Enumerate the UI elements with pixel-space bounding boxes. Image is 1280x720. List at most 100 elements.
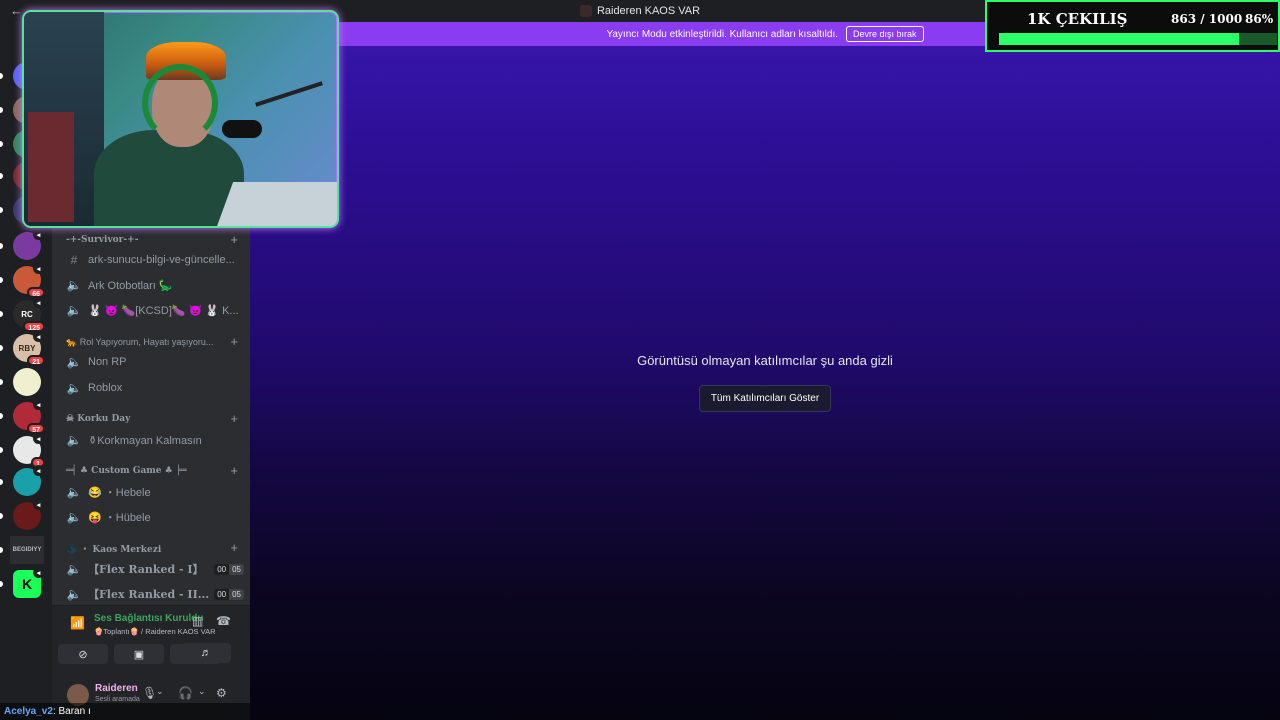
voice-channel-path[interactable]: 🍿Toplantı🍿 / Raideren KAOS VAR xyxy=(94,627,216,636)
unread-indicator xyxy=(0,547,3,553)
user-status: Sesli aramada xyxy=(95,696,140,703)
mention-badge: 21 xyxy=(27,355,45,366)
add-channel-icon[interactable]: + xyxy=(230,232,238,247)
mic-arm xyxy=(255,81,323,107)
microphone-shape xyxy=(222,120,262,138)
unread-indicator xyxy=(0,345,3,351)
unread-indicator xyxy=(0,513,3,519)
stream-chat-overlay: Acelya_v2 : Baran ı xyxy=(0,703,250,720)
user-count: 00 05 xyxy=(214,563,244,575)
unread-indicator xyxy=(0,581,3,587)
soundboard-button[interactable]: ♬ xyxy=(181,643,231,663)
app-root: ← Raideren KAOS VAR Yayıncı Modu etkinle… xyxy=(0,0,1280,720)
server-icon[interactable]: RBY 21 ◂ xyxy=(13,331,45,366)
channel-label: 【Flex Ranked - I】 xyxy=(88,563,204,576)
unread-indicator xyxy=(0,73,3,79)
channel-hebele[interactable]: 🔈 😂 ・Hebele xyxy=(64,481,246,503)
unread-indicator xyxy=(0,311,3,317)
show-all-participants-button[interactable]: Tüm Katılımcıları Göster xyxy=(699,385,831,412)
goal-progress-track xyxy=(999,33,1277,45)
mention-badge: 125 xyxy=(23,321,45,332)
category-title: 🐆 Rol Yapıyorum, Hayatı yaşıyoru... xyxy=(66,336,214,347)
camera-button[interactable]: ⊘ xyxy=(58,644,108,664)
channel-label: Non RP xyxy=(88,356,127,368)
speaker-icon: 🔈 xyxy=(66,381,82,395)
user-count-current: 00 xyxy=(214,563,230,575)
channel-label: Roblox xyxy=(88,382,123,394)
channel-label: ark-sunucu-bilgi-ve-güncelle... xyxy=(88,254,235,266)
chevron-down-icon[interactable]: ⌄ xyxy=(198,686,206,697)
goal-count: 863 / 1000 xyxy=(1171,12,1243,26)
voice-speaker-icon: ◂ xyxy=(33,399,44,410)
server-icon[interactable] xyxy=(13,368,41,396)
add-channel-icon[interactable]: + xyxy=(230,334,238,349)
speaker-icon: 🔈 xyxy=(66,278,82,292)
server-icon[interactable]: ◂ xyxy=(13,229,44,260)
user-count-current: 00 xyxy=(214,588,230,600)
noise-suppression-icon[interactable]: ▥ xyxy=(192,614,203,628)
voice-connection-panel: 📶 Ses Bağlantısı Kuruldu 🍿Toplantı🍿 / Ra… xyxy=(52,605,250,677)
add-channel-icon[interactable]: + xyxy=(230,540,238,555)
headphones-icon[interactable]: 🎧 xyxy=(178,686,193,700)
username[interactable]: Raideren xyxy=(95,683,138,694)
signal-icon[interactable]: 📶 xyxy=(70,616,85,630)
chat-username: Acelya_v2 xyxy=(4,706,53,717)
server-icon[interactable]: RC 125 ◂ xyxy=(13,297,45,332)
server-icon[interactable]: K ◂ xyxy=(13,567,44,598)
gear-icon[interactable]: ⚙ xyxy=(216,686,227,700)
microphone-icon[interactable]: 🎙 xyxy=(142,686,157,700)
goal-percent: 86% xyxy=(1245,12,1274,26)
channel-non-rp[interactable]: 🔈 Non RP xyxy=(64,351,246,373)
channel-kcsd[interactable]: 🔈 🐰 👿 🍆[KCSD]🍆 👿 🐰 K... xyxy=(64,299,246,321)
add-channel-icon[interactable]: + xyxy=(230,463,238,478)
streamer-mode-text: Yayıncı Modu etkinleştirildi. Kullanıcı … xyxy=(606,28,839,40)
unread-indicator xyxy=(0,107,3,113)
server-icon[interactable]: 66 ◂ xyxy=(13,263,45,298)
unread-indicator xyxy=(0,447,3,453)
channel-hubele[interactable]: 🔈 😝 ・Hübele xyxy=(64,506,246,528)
user-count-limit: 05 xyxy=(229,563,244,575)
user-count-limit: 05 xyxy=(229,588,244,600)
voice-status[interactable]: Ses Bağlantısı Kuruldu xyxy=(94,613,203,624)
server-icon xyxy=(579,5,592,17)
server-icon[interactable]: BEGIDIYY xyxy=(10,536,44,564)
unread-indicator xyxy=(0,479,3,485)
category-title: -+-Survivor-+- xyxy=(66,235,139,245)
server-icon[interactable]: 1◂ xyxy=(13,433,45,468)
server-icon[interactable]: ◂ xyxy=(13,499,44,530)
voice-speaker-icon: ◂ xyxy=(33,433,44,444)
server-icon[interactable]: 57 ◂ xyxy=(13,399,45,434)
headphones-shape xyxy=(142,64,218,142)
speaker-icon: 🔈 xyxy=(66,587,82,601)
category-custom-game[interactable]: ═╡ ♣ Custom Game ♣ ╞═ + xyxy=(66,463,244,479)
unread-indicator xyxy=(0,243,3,249)
camera-off-icon: ⊘ xyxy=(78,648,88,661)
voice-speaker-icon: ◂ xyxy=(33,331,44,342)
category-kaos-merkezi[interactable]: 🌑 ・ Kaos Merkezi + xyxy=(66,540,244,556)
server-icon[interactable]: ◂ xyxy=(13,465,44,496)
category-korku[interactable]: ☠ Korku Day + xyxy=(66,411,244,427)
disable-streamer-mode-button[interactable]: Devre dışı bırak xyxy=(846,26,924,42)
chat-message: : Baran ı xyxy=(52,706,91,717)
screen-share-button[interactable]: ▣ xyxy=(114,644,164,664)
speaker-icon: 🔈 xyxy=(66,303,82,317)
channel-ark-info[interactable]: # ark-sunucu-bilgi-ve-güncelle... xyxy=(64,249,246,271)
channel-korkmayan[interactable]: 🔈 ⚱Korkmayan Kalmasın xyxy=(64,429,246,451)
voice-speaker-icon: ◂ xyxy=(33,229,44,240)
speaker-icon: 🔈 xyxy=(66,510,82,524)
category-title: ☠ Korku Day xyxy=(66,414,131,424)
voice-speaker-icon: ◂ xyxy=(33,465,44,476)
channel-flex-ranked-1[interactable]: 🔈 【Flex Ranked - I】 00 05 xyxy=(64,558,246,580)
category-survivor[interactable]: -+-Survivor-+- + xyxy=(66,232,244,248)
add-channel-icon[interactable]: + xyxy=(230,411,238,426)
disconnect-icon[interactable]: ☎ xyxy=(216,614,231,628)
channel-flex-ranked-2[interactable]: 🔈 【Flex Ranked - II... 00 05 xyxy=(64,583,246,605)
category-title: ═╡ ♣ Custom Game ♣ ╞═ xyxy=(66,466,187,476)
goal-title: 1K ÇEKILIŞ xyxy=(1027,10,1128,28)
category-rol[interactable]: 🐆 Rol Yapıyorum, Hayatı yaşıyoru... + xyxy=(66,334,244,350)
chevron-down-icon[interactable]: ⌄ xyxy=(156,686,164,697)
channel-ark-bots[interactable]: 🔈 Ark Otobotları 🦕 xyxy=(64,274,246,296)
back-arrow-icon[interactable]: ← xyxy=(10,3,23,18)
channel-roblox[interactable]: 🔈 Roblox xyxy=(64,377,246,399)
unread-indicator xyxy=(0,379,3,385)
